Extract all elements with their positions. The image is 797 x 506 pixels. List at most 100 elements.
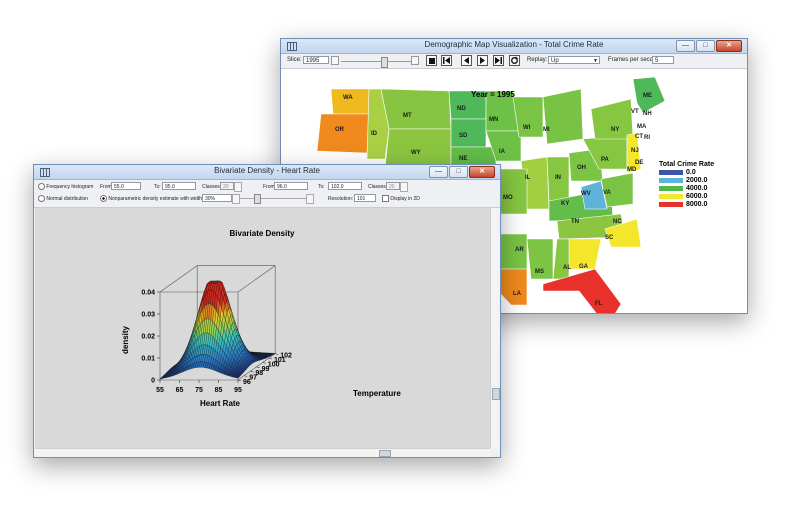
classes-field-2[interactable]: 20	[386, 182, 400, 190]
y-tick-mark	[275, 353, 279, 355]
display-2d-option[interactable]: Display in 2D	[382, 195, 420, 202]
minimize-icon[interactable]: —	[676, 40, 695, 52]
state-label: NC	[613, 219, 622, 225]
nonparametric-option-label: Nonparametric density estimate with widt…	[108, 195, 204, 202]
width-slider-track[interactable]	[240, 198, 306, 199]
radio-button-icon[interactable]	[38, 195, 45, 202]
vertical-scrollbar[interactable]	[490, 208, 500, 448]
stop-icon[interactable]	[426, 55, 437, 66]
last-frame-icon[interactable]	[493, 55, 504, 66]
close-icon[interactable]: ✕	[469, 166, 495, 178]
box-edge	[237, 265, 276, 293]
display-2d-label: Display in 2D	[390, 195, 420, 202]
first-frame-icon[interactable]	[441, 55, 452, 66]
maximize-icon[interactable]: □	[696, 40, 715, 52]
map-toolbar: Slice: 1995 Replay: Up ▼ Frames per secon…	[281, 54, 747, 69]
close-icon[interactable]: ✕	[716, 40, 742, 52]
nonparametric-option[interactable]: Nonparametric density estimate with widt…	[100, 195, 203, 202]
legend-item: 6000.0	[659, 193, 743, 200]
x-tick-label: 75	[195, 387, 203, 394]
legend-label: 0.0	[686, 169, 696, 176]
legend-label: 8000.0	[686, 201, 708, 208]
map-window-titlebar[interactable]: Demographic Map Visualization - Total Cr…	[281, 39, 747, 54]
to-field-2[interactable]: 102.0	[328, 182, 362, 190]
state-label: MA	[637, 124, 647, 130]
state-label: DE	[635, 160, 644, 166]
density-surface-chart: Bivariate Density 0 0.01 0.02 0.03 0.04 55 65 75…	[121, 229, 401, 408]
state-label: IN	[555, 175, 561, 181]
classes-field-1[interactable]: 20	[220, 182, 234, 190]
y-tick-mark	[237, 379, 242, 382]
vertical-scroll-thumb[interactable]	[492, 388, 500, 400]
radio-button-selected-icon[interactable]	[100, 195, 107, 202]
state-label: WY	[411, 150, 421, 156]
state-label: MT	[403, 113, 412, 119]
x-tick-label: 65	[176, 387, 184, 394]
width-slider-right-icon[interactable]	[306, 194, 314, 204]
histogram-option-label: Frequency histogram	[46, 183, 94, 190]
classes-label-1: Classes:	[202, 184, 222, 190]
slice-slider-track[interactable]	[341, 61, 411, 62]
x-tick-label: 55	[156, 387, 164, 394]
maximize-icon[interactable]: □	[449, 166, 468, 178]
state-label: ID	[371, 131, 377, 137]
horizontal-scrollbar[interactable]	[35, 448, 490, 457]
radio-button-icon[interactable]	[38, 183, 45, 190]
checkbox-icon[interactable]	[382, 195, 389, 202]
state-label: LA	[513, 291, 521, 297]
minimize-icon[interactable]: —	[429, 166, 448, 178]
state-label: OH	[577, 165, 586, 171]
state-label: NY	[611, 127, 620, 133]
legend-item: 0.0	[659, 169, 743, 176]
state-label: MS	[535, 269, 544, 275]
replay-icon[interactable]	[509, 55, 520, 66]
slice-slider-thumb[interactable]	[381, 57, 388, 68]
density-window-titlebar[interactable]: Bivariate Density - Heart Rate — □ ✕	[34, 165, 500, 180]
map-region	[450, 118, 487, 148]
legend-label: 6000.0	[686, 193, 708, 200]
slider-right-icon[interactable]	[411, 56, 419, 65]
classes-label-2: Classes:	[368, 184, 388, 190]
density-window: Bivariate Density - Heart Rate — □ ✕ Fre…	[33, 164, 501, 458]
state-label: FL	[595, 301, 603, 307]
slider-left-icon[interactable]	[331, 56, 339, 65]
slice-field[interactable]: 1995	[303, 56, 329, 64]
state-label: IL	[525, 175, 531, 181]
legend-label: 4000.0	[686, 185, 708, 192]
classes-stepper-2[interactable]	[400, 182, 408, 192]
map-region	[316, 113, 370, 154]
to-field-1[interactable]: 95.0	[162, 182, 196, 190]
play-back-icon[interactable]	[461, 55, 472, 66]
chevron-down-icon: ▼	[593, 58, 598, 64]
map-title: Year = 1995	[471, 90, 515, 99]
to-label-1: To:	[154, 184, 161, 190]
classes-stepper-1[interactable]	[234, 182, 242, 192]
box-edge	[159, 265, 198, 293]
horizontal-scroll-thumb[interactable]	[379, 450, 391, 457]
width-field[interactable]: 30%	[202, 194, 232, 202]
legend-swatch	[659, 202, 683, 207]
from-field-1[interactable]: 55.0	[111, 182, 141, 190]
normal-option[interactable]: Normal distribution	[38, 195, 88, 202]
normal-option-label: Normal distribution	[46, 195, 89, 202]
replay-select[interactable]: Up ▼	[548, 56, 600, 64]
state-label: WV	[581, 191, 591, 197]
state-label: ND	[457, 106, 466, 112]
play-forward-icon[interactable]	[477, 55, 488, 66]
fps-field[interactable]: 5	[652, 56, 674, 64]
histogram-option[interactable]: Frequency histogram	[38, 183, 93, 190]
legend-item: 2000.0	[659, 177, 743, 184]
z-tick-label: 0	[151, 378, 155, 385]
from-field-2[interactable]: 96.0	[274, 182, 308, 190]
z-axis-label: density	[121, 325, 130, 354]
resolution-field[interactable]: 101	[354, 194, 376, 202]
map-region	[380, 88, 452, 130]
z-tick-label: 0.04	[141, 290, 155, 297]
z-tick-label: 0.03	[141, 312, 155, 319]
density-options-panel: Frequency histogram From: 55.0 To: 95.0 …	[34, 180, 500, 208]
y-tick-label: 102	[280, 353, 292, 360]
y-tick-mark	[256, 366, 260, 369]
width-slider-left-icon[interactable]	[232, 194, 240, 204]
width-slider-thumb[interactable]	[254, 194, 261, 204]
state-label: SD	[459, 133, 468, 139]
